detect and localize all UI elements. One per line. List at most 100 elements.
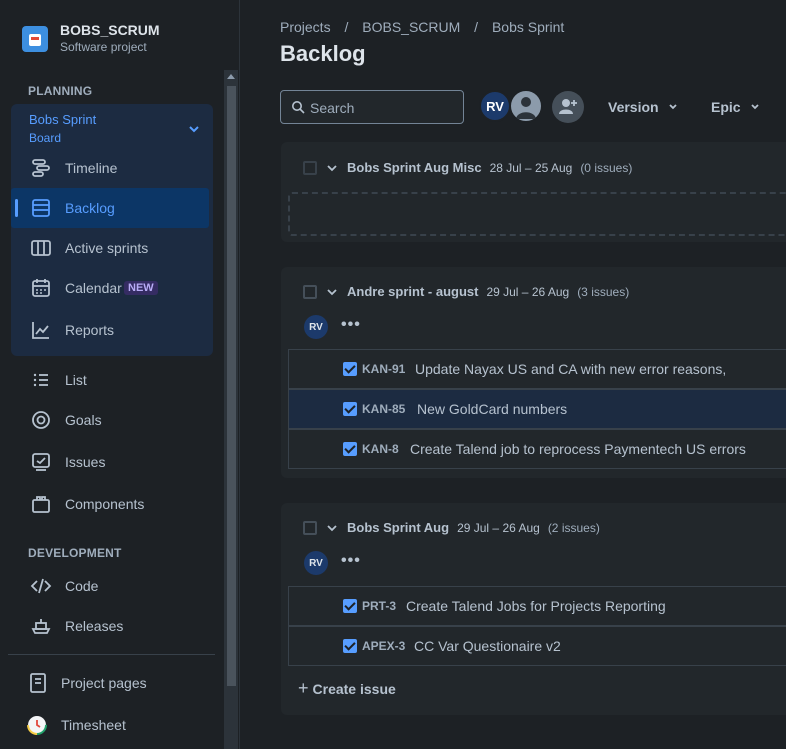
chevron-down-icon: [669, 104, 678, 110]
sidebar-item-list[interactable]: List: [0, 360, 240, 400]
chevron-down-icon[interactable]: [326, 162, 338, 174]
version-label: Version: [608, 99, 659, 115]
project-avatar-icon: [22, 26, 48, 52]
more-actions-icon[interactable]: •••: [341, 316, 361, 334]
more-actions-icon[interactable]: •••: [341, 552, 361, 570]
sidebar-item-backlog[interactable]: Backlog: [0, 188, 240, 228]
avatar[interactable]: RV: [479, 90, 511, 122]
sprint-panel: Andre sprint - august 29 Jul – 26 Aug (3…: [281, 267, 786, 478]
sidebar-item-active-sprints[interactable]: Active sprints: [0, 228, 240, 268]
page-title: Backlog: [280, 41, 366, 66]
sidebar-item-timesheet[interactable]: Timesheet: [0, 705, 240, 745]
sprint-issue-count: (3 issues): [577, 284, 630, 299]
calendar-icon: [32, 279, 50, 297]
task-type-icon: [343, 639, 357, 653]
planning-section-label: PLANNING: [28, 84, 93, 98]
assignee-avatar[interactable]: RV: [304, 315, 328, 339]
sidebar-divider: [8, 654, 215, 655]
breadcrumb-separator: /: [474, 19, 479, 35]
issue-key[interactable]: PRT-3: [362, 599, 396, 613]
plus-icon: +: [298, 678, 309, 698]
sidebar-item-label: Backlog: [65, 200, 115, 216]
development-section-label: DEVELOPMENT: [28, 546, 122, 560]
chevron-down-icon[interactable]: [326, 286, 338, 298]
breadcrumb-project[interactable]: BOBS_SCRUM: [362, 19, 460, 35]
sprint-header[interactable]: Andre sprint - august 29 Jul – 26 Aug (3…: [303, 284, 629, 299]
scrollbar-thumb[interactable]: [227, 86, 236, 686]
task-type-icon: [343, 599, 357, 613]
task-type-icon: [343, 362, 357, 376]
issue-row[interactable]: KAN-85 New GoldCard numbers: [288, 389, 786, 429]
sidebar-item-goals[interactable]: Goals: [0, 400, 240, 440]
board-selector-title[interactable]: Bobs Sprint: [29, 112, 96, 127]
sidebar-item-label: Components: [65, 496, 145, 512]
sidebar-item-label: Project pages: [61, 675, 147, 691]
sprint-issue-count: (0 issues): [580, 160, 633, 175]
sidebar-item-reports[interactable]: Reports: [0, 310, 240, 350]
sprint-dates: 28 Jul – 25 Aug: [489, 160, 573, 175]
breadcrumb-projects[interactable]: Projects: [280, 19, 331, 35]
version-dropdown[interactable]: Version: [608, 99, 678, 115]
search-input[interactable]: Search: [280, 90, 464, 124]
project-name: BOBS_SCRUM: [60, 22, 160, 38]
sprint-issue-count: (2 issues): [547, 520, 600, 535]
breadcrumb: Projects / BOBS_SCRUM / Bobs Sprint: [280, 19, 574, 35]
reports-icon: [32, 322, 49, 339]
sidebar-item-label: Calendar: [65, 280, 122, 296]
user-avatar-icon[interactable]: [509, 89, 543, 123]
sprint-dates: 29 Jul – 26 Aug: [486, 284, 570, 299]
sprint-dates: 29 Jul – 26 Aug: [457, 520, 540, 535]
list-icon: [33, 373, 48, 387]
issue-key[interactable]: KAN-8: [362, 442, 399, 456]
sprint-name: Andre sprint - august: [347, 284, 479, 299]
issue-row[interactable]: APEX-3 CC Var Questionaire v2: [288, 626, 786, 666]
issue-key[interactable]: KAN-91: [362, 362, 405, 376]
issue-row[interactable]: PRT-3 Create Talend Jobs for Projects Re…: [288, 586, 786, 626]
breadcrumb-board[interactable]: Bobs Sprint: [492, 19, 564, 35]
project-header[interactable]: BOBS_SCRUM Software project: [22, 22, 160, 54]
sprint-name: Bobs Sprint Aug: [347, 520, 450, 535]
issue-key[interactable]: KAN-85: [362, 402, 405, 416]
sidebar-item-components[interactable]: Components: [0, 484, 240, 524]
sidebar-item-label: Active sprints: [65, 240, 149, 256]
sprint-header[interactable]: Bobs Sprint Aug Misc 28 Jul – 25 Aug (0 …: [303, 160, 632, 175]
epic-dropdown[interactable]: Epic: [711, 99, 760, 115]
chevron-down-icon[interactable]: [187, 122, 201, 136]
sidebar-item-calendar[interactable]: Calendar NEW: [0, 268, 240, 308]
issue-row[interactable]: KAN-8 Create Talend job to reprocess Pay…: [288, 429, 786, 469]
releases-icon: [31, 619, 51, 634]
sidebar-item-releases[interactable]: Releases: [0, 606, 240, 646]
create-issue-button[interactable]: + Create issue: [298, 678, 396, 699]
task-type-icon: [343, 442, 357, 456]
scroll-up-arrow-icon[interactable]: [227, 74, 235, 79]
sprint-checkbox[interactable]: [303, 284, 317, 299]
sidebar-item-issues[interactable]: Issues: [0, 442, 240, 482]
timesheet-icon: [27, 715, 47, 735]
sidebar-item-code[interactable]: Code: [0, 566, 240, 606]
sidebar-item-timeline[interactable]: Timeline: [0, 148, 240, 188]
sprint-checkbox[interactable]: [303, 520, 317, 535]
epic-label: Epic: [711, 99, 741, 115]
board-columns-icon: [31, 240, 51, 256]
issues-icon: [32, 453, 50, 471]
issue-key[interactable]: APEX-3: [362, 639, 405, 653]
assignee-avatar[interactable]: RV: [304, 551, 328, 575]
sidebar-item-label: Timesheet: [61, 717, 126, 733]
issue-summary: New GoldCard numbers: [417, 401, 568, 417]
sprint-checkbox[interactable]: [303, 160, 317, 175]
empty-sprint-dropzone[interactable]: [288, 192, 786, 236]
sprint-name: Bobs Sprint Aug Misc: [347, 160, 482, 175]
add-people-button[interactable]: [552, 91, 584, 123]
chevron-down-icon[interactable]: [326, 522, 338, 534]
sidebar-item-label: List: [65, 372, 87, 388]
task-type-icon: [343, 402, 357, 416]
create-issue-label: Create issue: [312, 681, 396, 697]
page-icon: [30, 673, 46, 693]
code-icon: [30, 578, 52, 594]
sprint-header[interactable]: Bobs Sprint Aug 29 Jul – 26 Aug (2 issue…: [303, 520, 600, 535]
sidebar: BOBS_SCRUM Software project PLANNING Bob…: [0, 0, 240, 749]
new-badge: NEW: [124, 281, 158, 295]
backlog-icon: [32, 199, 50, 217]
issue-row[interactable]: KAN-91 Update Nayax US and CA with new e…: [288, 349, 786, 389]
sidebar-item-project-pages[interactable]: Project pages: [0, 663, 240, 703]
